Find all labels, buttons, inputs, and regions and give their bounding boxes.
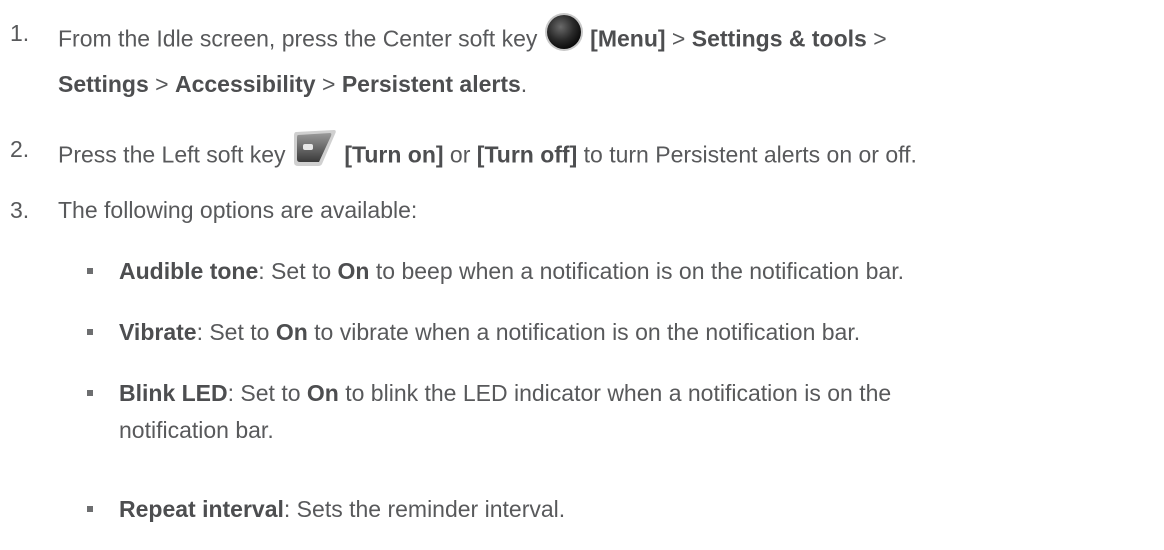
step-number: 1. [10,20,30,46]
step-2: 2. Press the Left soft key [Turn on] or … [10,128,1156,182]
bullet-icon [87,375,119,449]
step-text: The following options are available: [58,197,418,223]
option-item: Vibrate: Set to On to vibrate when a not… [87,314,1156,351]
step-number: 3. [10,197,30,223]
center-soft-key-icon [544,12,584,63]
step-text: From the Idle screen, press the Center s… [58,12,1156,103]
option-text: Audible tone: Set to On to beep when a n… [119,258,904,284]
option-item: Repeat interval: Sets the reminder inter… [87,491,1156,528]
left-soft-key-icon [292,128,338,179]
bullet-icon [87,491,119,528]
bullet-icon [87,314,119,351]
step-1: 1. From the Idle screen, press the Cente… [10,12,1156,103]
option-text: Vibrate: Set to On to vibrate when a not… [119,319,861,345]
step-3: 3. The following options are available: [10,192,1156,229]
document-page: 1. From the Idle screen, press the Cente… [0,0,1164,550]
step-number: 2. [10,136,30,162]
step-text: Press the Left soft key [Turn on] or [Tu… [58,128,1156,182]
option-text: Repeat interval: Sets the reminder inter… [119,496,566,522]
option-item: Audible tone: Set to On to beep when a n… [87,253,1156,290]
option-text: Blink LED: Set to On to blink the LED in… [119,380,892,443]
bullet-icon [87,253,119,290]
option-item: Blink LED: Set to On to blink the LED in… [87,375,1156,449]
